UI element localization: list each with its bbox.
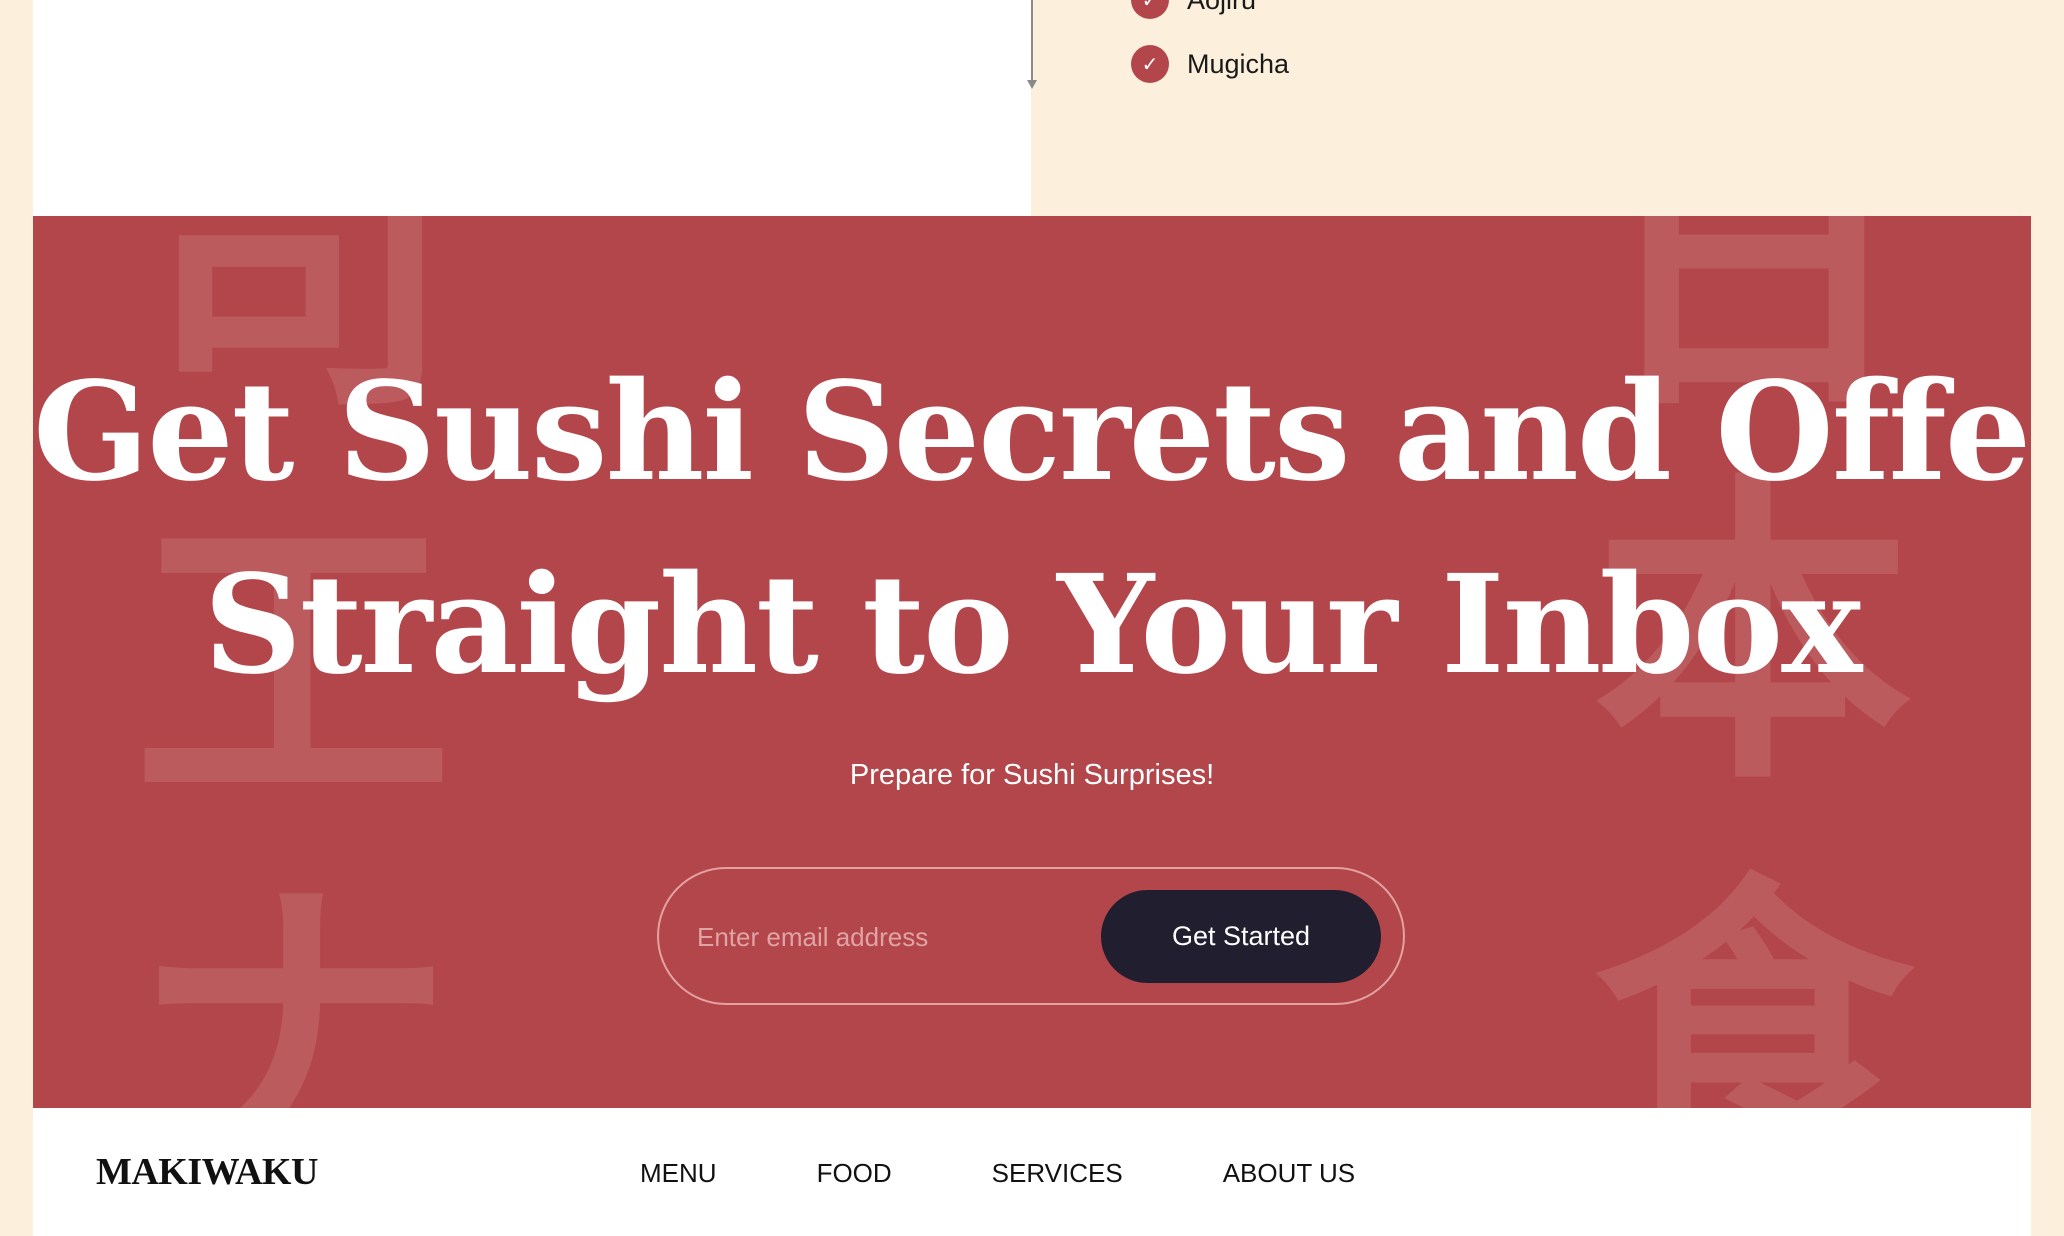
newsletter-form: Get Started bbox=[657, 867, 1405, 1005]
check-icon: ✓ bbox=[1131, 45, 1169, 83]
image-panel bbox=[33, 0, 1031, 216]
arrow-down-icon bbox=[1027, 80, 1037, 89]
headline-line-2: Straight to Your Inbox bbox=[203, 545, 1863, 705]
logo[interactable]: MAKIWAKU bbox=[96, 1150, 318, 1194]
email-input[interactable] bbox=[695, 903, 1059, 971]
nav-link-services[interactable]: SERVICES bbox=[992, 1158, 1123, 1189]
site-footer: MAKIWAKU MENU FOOD SERVICES ABOUT US bbox=[33, 1108, 2031, 1236]
check-icon: ✓ bbox=[1131, 0, 1169, 19]
nav-link-food[interactable]: FOOD bbox=[817, 1158, 892, 1189]
newsletter-headline: Get Sushi Secrets and Offers Straight to… bbox=[33, 336, 2031, 722]
feature-label: Mugicha bbox=[1187, 48, 1290, 79]
background-kanji: ナ bbox=[133, 850, 453, 1108]
background-kanji: 食 bbox=[1593, 850, 1913, 1108]
nav-link-menu[interactable]: MENU bbox=[640, 1158, 717, 1189]
feature-label: Aojiru bbox=[1187, 0, 1256, 16]
divider-line bbox=[1031, 0, 1033, 82]
feature-item-aojiru: ✓ Aojiru bbox=[1131, 0, 1256, 19]
get-started-button[interactable]: Get Started bbox=[1101, 890, 1381, 983]
footer-nav: MENU FOOD SERVICES ABOUT US bbox=[640, 1158, 1455, 1189]
newsletter-section: 司 工 ナ 日 本 食 Get Sushi Secrets and Offers… bbox=[33, 216, 2031, 1108]
feature-item-mugicha: ✓ Mugicha bbox=[1131, 45, 1289, 83]
nav-link-about-us[interactable]: ABOUT US bbox=[1223, 1158, 1355, 1189]
newsletter-subtitle: Prepare for Sushi Surprises! bbox=[849, 759, 1215, 791]
headline-line-1: Get Sushi Secrets and Offers bbox=[33, 352, 2031, 512]
